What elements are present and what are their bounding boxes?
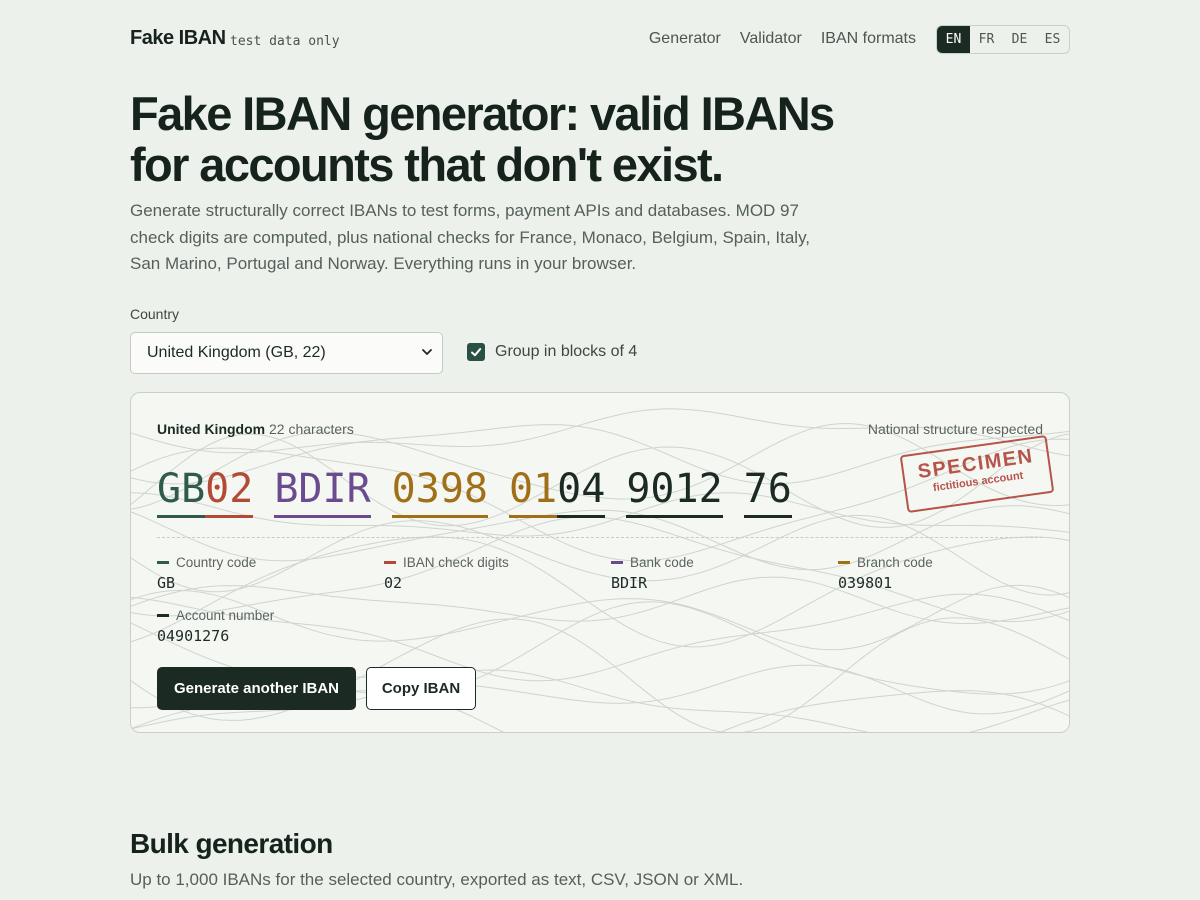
legend-value: GB [157,574,176,592]
site-logo[interactable]: Fake IBAN [130,27,226,50]
legend-swatch [611,561,623,564]
iban-group: BDIR [274,463,371,518]
iban-group: 76 [743,463,792,518]
legend-value: 04901276 [157,627,230,645]
iban-segment-account: 04 [557,463,606,518]
iban-segment-branch: 01 [509,463,558,518]
lang-fr[interactable]: FR [970,26,1003,53]
nav-iban-formats[interactable]: IBAN formats [821,30,916,48]
country-label: Country [130,306,180,322]
legend-label: Account number [176,608,275,623]
card-length: 22 characters [269,421,354,437]
iban-segment-account: 9012 [626,463,723,518]
iban-segment-branch: 0398 [391,463,488,518]
group-blocks-checkbox[interactable] [467,343,485,361]
iban-segment-account: 76 [743,463,792,518]
group-blocks-toggle[interactable]: Group in blocks of 4 [467,343,637,361]
checkmark-icon [471,348,482,357]
lang-es[interactable]: ES [1036,26,1069,53]
lang-de[interactable]: DE [1003,26,1036,53]
legend-country-code: Country code GB [157,555,367,592]
legend-label: Bank code [630,555,694,570]
chevron-down-icon [422,349,432,355]
iban-group: 9012 [626,463,723,518]
page-description: Generate structurally correct IBANs to t… [130,201,811,273]
legend-value: 02 [384,574,403,592]
legend-bank-code: Bank code BDIR [611,555,821,592]
page-title: Fake IBAN generator: valid IBANs for acc… [130,87,835,191]
legend-label: IBAN check digits [403,555,509,570]
card-country-meta: United Kingdom 22 characters [157,421,354,437]
legend-branch-code: Branch code 039801 [838,555,1048,592]
bulk-section-title: Bulk generation [130,828,333,859]
language-switcher: EN FR DE ES [936,25,1070,54]
lang-en[interactable]: EN [937,26,970,53]
nav-validator[interactable]: Validator [740,30,802,48]
legend-swatch [157,561,169,564]
legend-label: Branch code [857,555,933,570]
legend-swatch [838,561,850,564]
site-header: Fake IBAN test data only Generator Valid… [130,25,1070,55]
iban-segment-country: GB [157,463,206,518]
national-structure-note: National structure respected [867,421,1043,437]
legend-label: Country code [176,555,257,570]
legend-swatch [157,614,169,617]
iban-result-card: United Kingdom 22 characters National st… [130,392,1070,733]
iban-group: GB02 [157,463,254,518]
iban-group: 0398 [391,463,488,518]
group-blocks-label: Group in blocks of 4 [495,343,638,360]
legend-account-number: Account number 04901276 [157,608,367,645]
iban-display[interactable]: GB02 BDIR 0398 0104 9012 76 [157,463,792,518]
card-divider [157,537,1043,538]
iban-group: 0104 [509,463,606,518]
country-select[interactable]: United Kingdom (GB, 22) [130,332,443,374]
iban-segment-check: 02 [205,463,254,518]
legend-value: BDIR [611,574,648,592]
main-nav: Generator Validator IBAN formats [649,30,916,48]
country-select-value: United Kingdom (GB, 22) [147,344,326,361]
nav-generator[interactable]: Generator [649,30,721,48]
generate-another-button[interactable]: Generate another IBAN [157,667,356,710]
logo-tagline: test data only [230,34,340,49]
bulk-section-description: Up to 1,000 IBANs for the selected count… [130,870,744,889]
legend-swatch [384,561,396,564]
card-country-name: United Kingdom [157,421,266,437]
legend-check-digits: IBAN check digits 02 [384,555,594,592]
copy-iban-button[interactable]: Copy IBAN [366,667,476,710]
legend-value: 039801 [838,574,893,592]
iban-segment-bank: BDIR [274,463,371,518]
